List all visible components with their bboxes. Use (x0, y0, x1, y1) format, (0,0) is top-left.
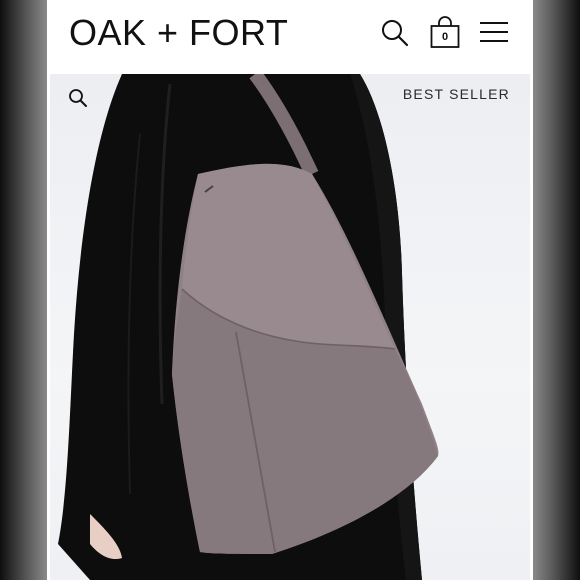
mobile-page: OAK + FORT 0 BEST SELLER (47, 0, 533, 580)
product-photo (58, 74, 439, 580)
product-image[interactable]: BEST SELLER (50, 74, 530, 580)
magnify-icon[interactable] (68, 88, 88, 113)
best-seller-badge: BEST SELLER (402, 86, 510, 102)
search-icon[interactable] (380, 18, 410, 53)
menu-icon[interactable] (479, 20, 509, 49)
brand-logo[interactable]: OAK + FORT (69, 13, 288, 53)
site-header: OAK + FORT 0 (47, 0, 533, 72)
cart-count: 0 (441, 31, 449, 43)
shopping-bag-icon[interactable]: 0 (430, 15, 460, 54)
backdrop-right (533, 0, 580, 580)
backdrop-left (0, 0, 47, 580)
